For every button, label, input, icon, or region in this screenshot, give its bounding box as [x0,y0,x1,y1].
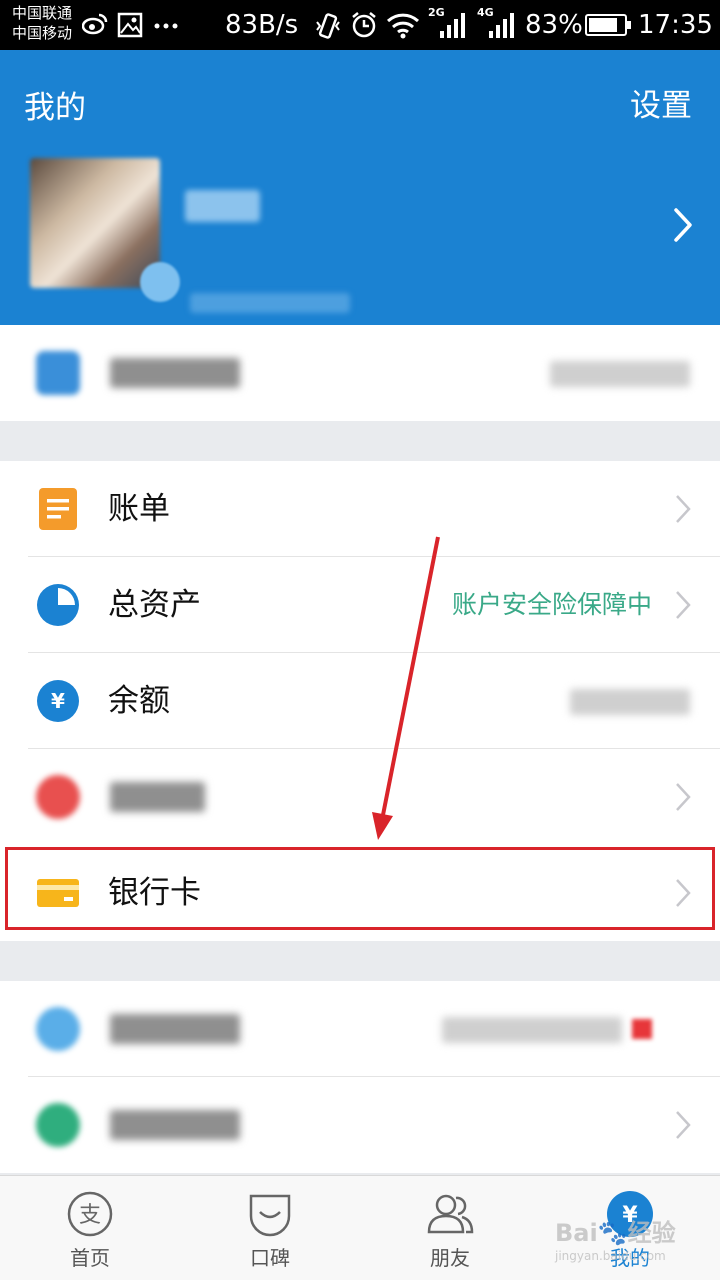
tab-koubei[interactable]: 口碑 [180,1176,360,1280]
koubei-icon [249,1194,291,1237]
svg-text:支: 支 [79,1203,101,1228]
tab-home[interactable]: 支 首页 [0,1176,180,1280]
baidu-watermark-url: jingyan.baidu.com [555,1249,666,1263]
tab-koubei-label: 口碑 [250,1246,290,1270]
friends-icon [427,1194,474,1234]
baidu-watermark: Bai🐾经验 [555,1219,676,1247]
annotation-arrow [372,536,440,840]
home-icon: 支 [67,1191,113,1237]
tab-home-label: 首页 [70,1246,110,1270]
tab-friends-label: 朋友 [430,1246,470,1270]
tab-friends[interactable]: 朋友 [360,1176,540,1280]
